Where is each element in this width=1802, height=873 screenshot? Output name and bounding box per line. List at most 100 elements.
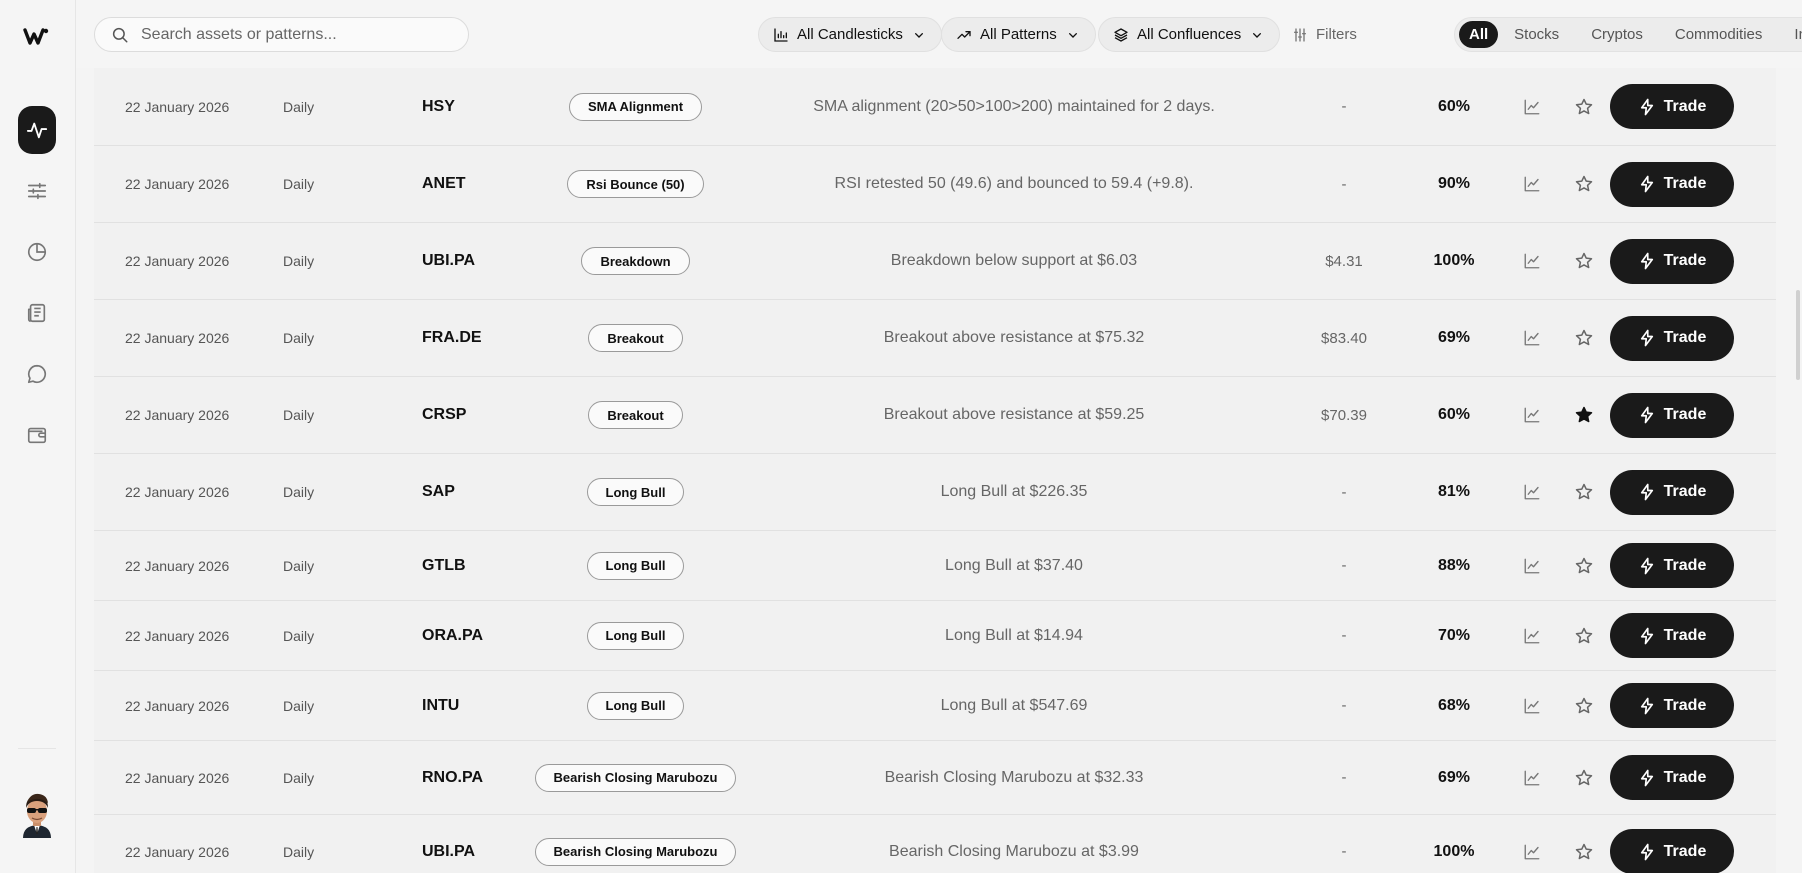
- trade-button[interactable]: Trade: [1610, 315, 1734, 361]
- symbol-cell[interactable]: FRA.DE: [422, 300, 482, 376]
- pattern-badge[interactable]: Bearish Closing Marubozu: [534, 763, 737, 792]
- table-row[interactable]: 22 January 2026 Daily GTLB Long Bull Lon…: [94, 531, 1776, 601]
- chart-icon[interactable]: [1518, 815, 1546, 873]
- pattern-badge[interactable]: Rsi Bounce (50): [567, 170, 704, 198]
- confidence-cell: 90%: [1437, 175, 1471, 192]
- pattern-badge[interactable]: SMA Alignment: [568, 92, 703, 121]
- table-row[interactable]: 22 January 2026 Daily UBI.PA Bearish Clo…: [94, 815, 1776, 873]
- target-cell: -: [1341, 697, 1347, 714]
- chart-icon[interactable]: [1518, 223, 1546, 299]
- star-icon[interactable]: [1570, 671, 1598, 740]
- trade-button[interactable]: Trade: [1610, 469, 1734, 515]
- sidebar-item-wallet[interactable]: [18, 416, 56, 454]
- pattern-badge[interactable]: Long Bull: [586, 621, 685, 650]
- symbol-cell[interactable]: CRSP: [422, 377, 466, 453]
- patterns-label: All Patterns: [980, 26, 1057, 43]
- sidebar-item-news[interactable]: [18, 294, 56, 332]
- confluences-dropdown[interactable]: All Confluences: [1098, 17, 1281, 52]
- pattern-badge[interactable]: Long Bull: [586, 478, 685, 506]
- chart-icon[interactable]: [1518, 454, 1546, 530]
- symbol-cell[interactable]: INTU: [422, 671, 459, 740]
- table-row[interactable]: 22 January 2026 Daily SAP Long Bull Long…: [94, 454, 1776, 531]
- trade-button[interactable]: Trade: [1610, 161, 1734, 207]
- chart-icon[interactable]: [1518, 300, 1546, 376]
- star-filled-icon[interactable]: [1570, 377, 1598, 453]
- star-icon[interactable]: [1570, 146, 1598, 222]
- sidebar-item-chat[interactable]: [18, 355, 56, 393]
- sidebar-item-filters[interactable]: [18, 172, 56, 210]
- chart-icon[interactable]: [1518, 531, 1546, 600]
- table-row[interactable]: 22 January 2026 Daily RNO.PA Bearish Clo…: [94, 741, 1776, 815]
- trade-label: Trade: [1663, 696, 1707, 714]
- search-input[interactable]: [141, 25, 441, 44]
- table-row[interactable]: 22 January 2026 Daily HSY SMA Alignment …: [94, 68, 1776, 146]
- table-row[interactable]: 22 January 2026 Daily CRSP Breakout Brea…: [94, 377, 1776, 454]
- confidence-cell: 60%: [1437, 97, 1471, 115]
- symbol-cell[interactable]: UBI.PA: [422, 815, 475, 873]
- symbol-cell[interactable]: UBI.PA: [422, 223, 475, 299]
- star-icon[interactable]: [1570, 601, 1598, 670]
- sidebar-item-signals[interactable]: [18, 106, 56, 154]
- table-row[interactable]: 22 January 2026 Daily ANET Rsi Bounce (5…: [94, 146, 1776, 223]
- candlesticks-dropdown[interactable]: All Candlesticks: [758, 17, 942, 52]
- tab-index[interactable]: Index: [1778, 21, 1802, 48]
- scrollbar-thumb[interactable]: [1796, 290, 1800, 380]
- star-icon[interactable]: [1570, 815, 1598, 873]
- trade-button[interactable]: Trade: [1610, 613, 1734, 658]
- trade-cell: Trade: [1610, 741, 1734, 814]
- symbol-cell[interactable]: SAP: [422, 454, 455, 530]
- description-cell: Bearish Closing Marubozu at $3.99: [889, 842, 1139, 860]
- star-icon[interactable]: [1570, 741, 1598, 814]
- trade-button[interactable]: Trade: [1610, 84, 1734, 129]
- trade-label: Trade: [1663, 406, 1707, 423]
- symbol-cell[interactable]: GTLB: [422, 531, 466, 600]
- chart-icon[interactable]: [1518, 146, 1546, 222]
- pattern-badge[interactable]: Breakout: [588, 401, 683, 429]
- tab-stocks[interactable]: Stocks: [1498, 21, 1575, 48]
- pattern-badge[interactable]: Breakout: [588, 324, 683, 352]
- table-row[interactable]: 22 January 2026 Daily ORA.PA Long Bull L…: [94, 601, 1776, 671]
- trade-button[interactable]: Trade: [1610, 755, 1734, 800]
- symbol-cell[interactable]: ORA.PA: [422, 601, 483, 670]
- table-row[interactable]: 22 January 2026 Daily INTU Long Bull Lon…: [94, 671, 1776, 741]
- tab-commodities[interactable]: Commodities: [1659, 21, 1779, 48]
- frequency-cell: Daily: [283, 253, 315, 269]
- trade-button[interactable]: Trade: [1610, 683, 1734, 728]
- symbol-cell[interactable]: RNO.PA: [422, 741, 483, 814]
- symbol-cell[interactable]: ANET: [422, 146, 466, 222]
- logo-icon[interactable]: [22, 22, 50, 50]
- table-row[interactable]: 22 January 2026 Daily UBI.PA Breakdown B…: [94, 223, 1776, 300]
- frequency-cell: Daily: [283, 843, 315, 860]
- chart-icon[interactable]: [1518, 671, 1546, 740]
- star-icon[interactable]: [1570, 223, 1598, 299]
- chart-icon[interactable]: [1518, 741, 1546, 814]
- tab-cryptos[interactable]: Cryptos: [1575, 21, 1659, 48]
- trade-label: Trade: [1663, 483, 1707, 500]
- star-icon[interactable]: [1570, 300, 1598, 376]
- pattern-badge[interactable]: Long Bull: [586, 691, 685, 720]
- avatar[interactable]: [17, 790, 57, 838]
- filters-button[interactable]: Filters: [1292, 17, 1357, 52]
- trade-button[interactable]: Trade: [1610, 829, 1734, 873]
- tab-all[interactable]: All: [1459, 21, 1499, 48]
- trade-button[interactable]: Trade: [1610, 238, 1734, 284]
- symbol-cell[interactable]: HSY: [422, 68, 455, 145]
- pattern-badge[interactable]: Bearish Closing Marubozu: [534, 837, 737, 866]
- sidebar-item-portfolio[interactable]: [18, 233, 56, 271]
- description-cell: Breakdown below support at $6.03: [890, 252, 1138, 269]
- chart-icon[interactable]: [1518, 377, 1546, 453]
- star-icon[interactable]: [1570, 454, 1598, 530]
- star-icon[interactable]: [1570, 531, 1598, 600]
- trade-label: Trade: [1663, 556, 1707, 574]
- trade-button[interactable]: Trade: [1610, 543, 1734, 588]
- patterns-dropdown[interactable]: All Patterns: [941, 17, 1096, 52]
- pattern-badge[interactable]: Long Bull: [586, 551, 685, 580]
- search-bar[interactable]: [94, 17, 469, 52]
- star-icon[interactable]: [1570, 68, 1598, 145]
- frequency-cell: Daily: [283, 330, 315, 346]
- trade-button[interactable]: Trade: [1610, 392, 1734, 438]
- pattern-badge[interactable]: Breakdown: [581, 247, 690, 275]
- chart-icon[interactable]: [1518, 68, 1546, 145]
- table-row[interactable]: 22 January 2026 Daily FRA.DE Breakout Br…: [94, 300, 1776, 377]
- chart-icon[interactable]: [1518, 601, 1546, 670]
